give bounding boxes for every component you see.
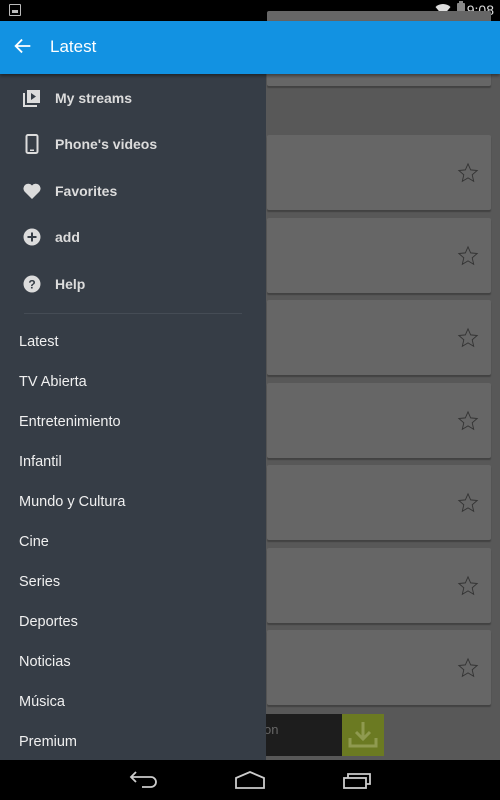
category-latest[interactable]: Latest — [19, 322, 259, 362]
category-musica[interactable]: Música — [19, 682, 259, 722]
drawer-item-phones-videos[interactable]: Phone's videos — [0, 121, 266, 167]
category-mundo-y-cultura[interactable]: Mundo y Cultura — [19, 482, 259, 522]
star-outline-icon[interactable] — [457, 327, 479, 349]
stream-card[interactable] — [267, 548, 491, 623]
drawer-item-help[interactable]: ? Help — [0, 261, 266, 307]
download-icon — [348, 722, 378, 748]
drawer-item-label: add — [55, 229, 80, 245]
navigation-drawer: My streams Phone's videos Favorites add — [0, 74, 266, 760]
ad-download-button[interactable] — [342, 714, 384, 756]
drawer-item-label: My streams — [55, 90, 133, 106]
notification-image-icon — [9, 4, 21, 16]
star-outline-icon[interactable] — [457, 575, 479, 597]
stream-card[interactable] — [267, 630, 491, 705]
video-library-icon — [23, 90, 40, 107]
smartphone-icon — [25, 134, 39, 154]
drawer-item-label: Phone's videos — [55, 136, 158, 152]
drawer-item-label: Favorites — [55, 183, 118, 199]
nav-back-icon[interactable] — [128, 768, 160, 792]
drawer-item-favorites[interactable]: Favorites — [0, 168, 266, 214]
drawer-item-add[interactable]: add — [0, 214, 266, 260]
help-circle-icon: ? — [23, 275, 41, 293]
category-entretenimiento[interactable]: Entretenimiento — [19, 402, 259, 442]
system-nav-bar — [0, 760, 500, 800]
add-circle-icon — [23, 228, 41, 246]
stream-card[interactable] — [267, 300, 491, 375]
stream-card[interactable] — [267, 218, 491, 293]
svg-text:?: ? — [28, 278, 35, 292]
ad-banner[interactable]: on — [260, 714, 342, 756]
stream-card[interactable] — [267, 465, 491, 540]
drawer-item-my-streams[interactable]: My streams — [0, 75, 266, 121]
star-outline-icon[interactable] — [457, 162, 479, 184]
ad-text: on — [264, 722, 279, 737]
stream-card[interactable] — [267, 135, 491, 210]
screen: 9:08 on Latest My streams Phone's videos… — [0, 0, 500, 800]
page-title: Latest — [50, 37, 97, 56]
category-cine[interactable]: Cine — [19, 522, 259, 562]
category-noticias[interactable]: Noticias — [19, 642, 259, 682]
app-bar: Latest — [0, 21, 500, 74]
category-tv-abierta[interactable]: TV Abierta — [19, 362, 259, 402]
star-outline-icon[interactable] — [457, 492, 479, 514]
stream-card[interactable] — [267, 383, 491, 458]
category-infantil[interactable]: Infantil — [19, 442, 259, 482]
nav-home-icon[interactable] — [234, 768, 266, 792]
heart-icon — [23, 183, 41, 199]
arrow-back-icon[interactable] — [12, 35, 34, 57]
star-outline-icon[interactable] — [457, 657, 479, 679]
star-outline-icon[interactable] — [457, 245, 479, 267]
star-outline-icon[interactable] — [457, 410, 479, 432]
category-premium[interactable]: Premium — [19, 722, 259, 762]
drawer-item-label: Help — [55, 276, 86, 292]
drawer-divider — [24, 313, 242, 314]
category-series[interactable]: Series — [19, 562, 259, 602]
nav-recents-icon[interactable] — [342, 768, 374, 792]
category-deportes[interactable]: Deportes — [19, 602, 259, 642]
